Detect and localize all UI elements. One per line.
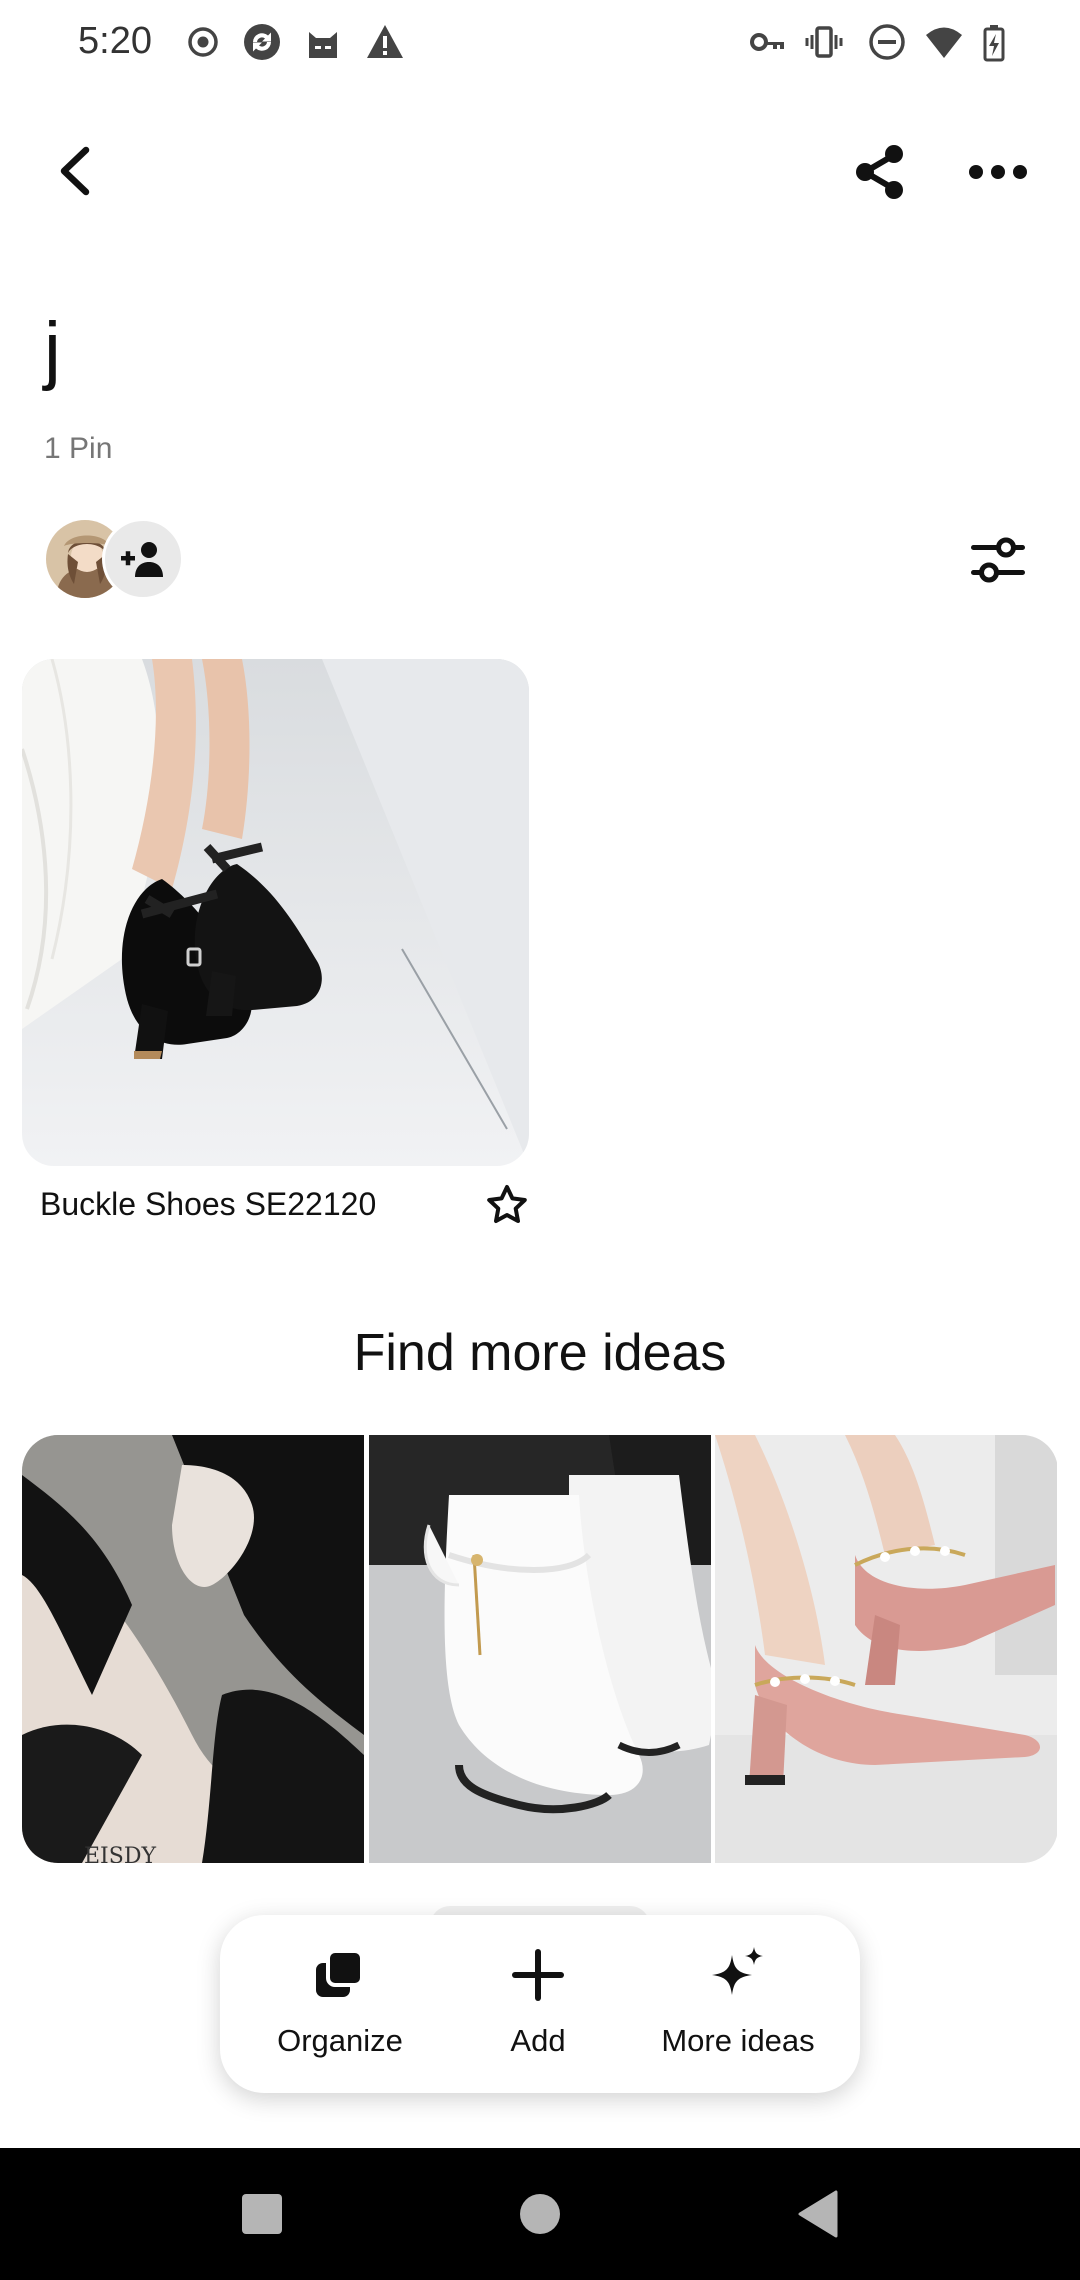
collaborators (44, 518, 204, 602)
status-time: 5:20 (78, 20, 152, 62)
more-ideas-grid[interactable]: EISDY (22, 1435, 1058, 1863)
sparkle-icon (712, 1947, 763, 1995)
add-label: Add (510, 2023, 566, 2058)
top-bar (0, 120, 1080, 220)
do-not-disturb-icon (869, 24, 905, 60)
wifi-icon (926, 27, 962, 58)
more-ideas-button[interactable]: More ideas (638, 1943, 838, 2059)
pin-title[interactable]: Buckle Shoes SE22120 (40, 1186, 376, 1223)
pin-count: 1 Pin (44, 432, 113, 465)
black-flats-image: EISDY (22, 1435, 364, 1863)
filter-button[interactable] (960, 520, 1036, 600)
idea-image[interactable] (715, 1435, 1058, 1863)
find-more-ideas-title: Find more ideas (353, 1324, 727, 1382)
vibrate-icon (805, 26, 843, 58)
board-title: j (44, 307, 61, 392)
system-back-button[interactable] (788, 2184, 848, 2244)
recents-square-icon (242, 2194, 282, 2234)
person-add-icon (121, 542, 163, 577)
record-icon (188, 27, 218, 57)
more-horizontal-icon (969, 165, 1027, 179)
buckle-shoes-image (22, 659, 529, 1166)
system-nav-bar (0, 2148, 1080, 2280)
recents-button[interactable] (232, 2184, 292, 2244)
organize-button[interactable]: Organize (240, 1943, 440, 2059)
pink-heels-image (715, 1435, 1058, 1863)
battery-charging-icon (983, 25, 1005, 62)
more-ideas-label: More ideas (661, 2023, 815, 2058)
vpn-key-icon (750, 33, 784, 51)
home-circle-icon (520, 2194, 560, 2234)
share-button[interactable] (840, 132, 920, 212)
back-triangle-icon (798, 2190, 838, 2238)
idea-image[interactable] (368, 1435, 712, 1863)
pin-image[interactable] (22, 659, 529, 1166)
sync-app-icon (244, 24, 280, 60)
share-icon (856, 145, 903, 199)
organize-label: Organize (277, 2023, 403, 2058)
back-button[interactable] (40, 136, 110, 206)
chevron-left-icon (60, 146, 90, 196)
sliders-icon (971, 537, 1025, 583)
add-collaborator-button[interactable] (102, 518, 184, 600)
svg-text:EISDY: EISDY (84, 1844, 156, 1863)
add-button[interactable]: Add (438, 1943, 638, 2059)
idea-image[interactable]: EISDY (22, 1435, 365, 1863)
board-toolbar: Organize Add More ideas (220, 1915, 860, 2093)
white-boots-image (368, 1435, 712, 1863)
cat-app-icon (309, 32, 337, 58)
plus-icon (512, 1949, 564, 2001)
stack-icon (316, 1949, 364, 1997)
status-bar: 5:20 (0, 0, 1080, 88)
warning-icon (367, 25, 403, 58)
star-outline-icon (487, 1185, 527, 1223)
favorite-button[interactable] (482, 1180, 532, 1230)
more-options-button[interactable] (958, 132, 1038, 212)
home-button[interactable] (510, 2184, 570, 2244)
